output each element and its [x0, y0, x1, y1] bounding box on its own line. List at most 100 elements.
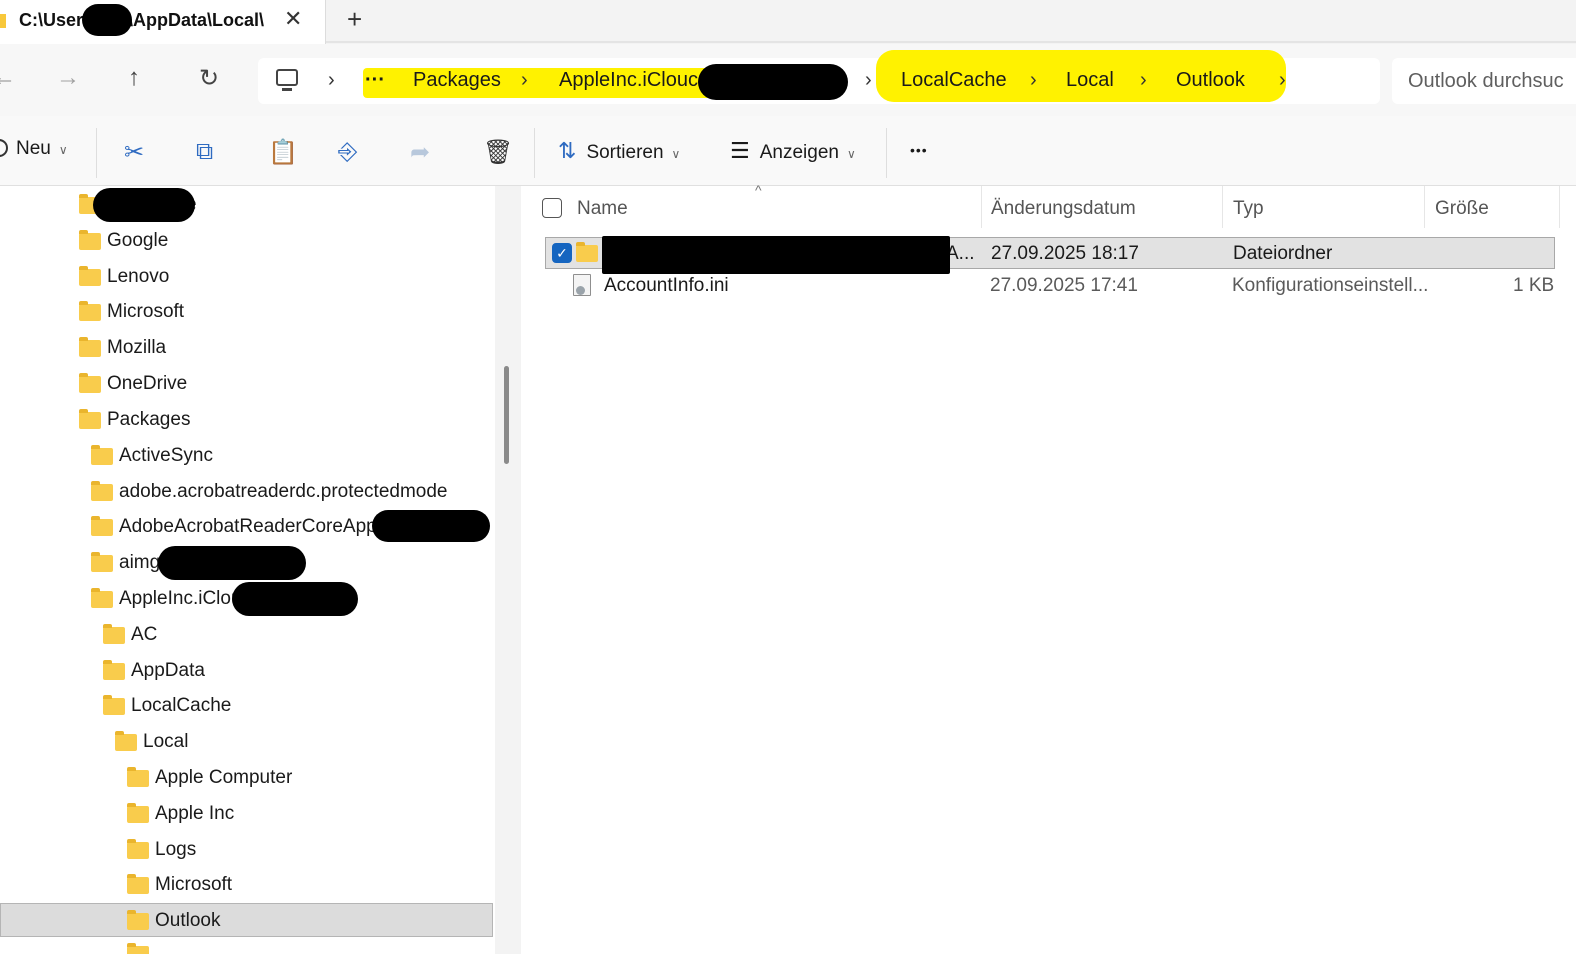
tree-item[interactable]: Packages	[0, 403, 493, 437]
column-divider[interactable]	[1559, 186, 1560, 228]
file-row[interactable]: AccountInfo.ini 27.09.2025 17:41 Konfigu…	[545, 270, 1555, 302]
column-divider[interactable]	[1222, 186, 1223, 228]
column-header-modified[interactable]: Änderungsdatum	[991, 198, 1136, 220]
copy-icon[interactable]: ⧉	[196, 138, 213, 166]
breadcrumb-overflow[interactable]: ···	[365, 69, 385, 92]
tree-item[interactable]: Local	[0, 725, 493, 759]
breadcrumb-separator[interactable]: ›	[521, 69, 528, 92]
folder-icon	[79, 230, 101, 250]
column-header-name[interactable]: Name	[577, 198, 628, 220]
column-header-size[interactable]: Größe	[1435, 198, 1489, 220]
new-tab-button[interactable]: +	[347, 4, 362, 35]
tree-item[interactable]: Apple Inc	[0, 797, 493, 831]
redaction-mark	[93, 188, 195, 222]
breadcrumb-localcache[interactable]: LocalCache	[901, 69, 1007, 92]
column-header-type[interactable]: Typ	[1233, 198, 1264, 220]
tab-appdata-local[interactable]: C:\User \AppData\Local\ ✕	[0, 0, 326, 44]
tree-item[interactable]: AppData	[0, 654, 493, 688]
folder-icon	[127, 943, 149, 954]
column-divider[interactable]	[981, 186, 982, 228]
tree-item[interactable]: Lenovo	[0, 260, 493, 294]
share-icon[interactable]: ➦	[410, 138, 430, 167]
file-name: AccountInfo.ini	[604, 275, 729, 296]
folder-icon	[91, 552, 113, 572]
folder-icon	[103, 660, 125, 680]
breadcrumb-separator[interactable]: ›	[328, 69, 335, 92]
view-button[interactable]: ☰ Anzeigen ∨	[730, 138, 856, 164]
breadcrumb-separator[interactable]: ›	[865, 69, 872, 92]
cut-icon[interactable]: ✂	[124, 138, 144, 167]
breadcrumb-separator[interactable]: ›	[1140, 69, 1147, 92]
pane-splitter[interactable]	[495, 186, 521, 954]
paste-icon[interactable]: 📋	[268, 138, 298, 167]
chevron-down-icon: ∨	[58, 143, 68, 157]
folder-icon	[91, 588, 113, 608]
sidebar-scrollbar[interactable]	[504, 366, 509, 464]
search-placeholder: Outlook durchsuc	[1408, 70, 1564, 92]
divider	[534, 128, 535, 178]
folder-icon	[103, 695, 125, 715]
folder-icon	[79, 301, 101, 321]
command-bar: Neu ∨ ✂ ⧉ 📋 ⎆ ➦ 🗑 ⇅ Sortieren ∨ ☰ Anzeigen ∨ …	[0, 116, 1576, 186]
tree-item[interactable]: LocalCache	[0, 689, 493, 723]
folder-icon	[79, 409, 101, 429]
folder-icon	[91, 481, 113, 501]
folder-icon	[91, 516, 113, 536]
tree-item[interactable]: OneDrive	[0, 367, 493, 401]
tree-item[interactable]: ActiveSync	[0, 439, 493, 473]
file-row-selected[interactable]: ✓ A... 27.09.2025 18:17 Dateiordner	[545, 236, 1555, 274]
breadcrumb-separator[interactable]: ›	[1030, 69, 1037, 92]
ini-file-icon	[573, 274, 591, 296]
new-button[interactable]: Neu ∨	[0, 138, 68, 160]
file-type: Dateiordner	[1233, 243, 1333, 264]
chevron-down-icon: ∨	[846, 147, 856, 161]
navigation-pane: e Google Lenovo Microsoft Mozilla OneDri…	[0, 186, 495, 954]
tree-item[interactable]: Microsoft	[0, 868, 493, 902]
tree-item[interactable]: adobe.acrobatreaderdc.protectedmode	[0, 475, 493, 509]
folder-icon	[79, 266, 101, 286]
this-pc-icon[interactable]	[276, 69, 298, 91]
tree-item[interactable]: Logs	[0, 833, 493, 867]
redaction-mark	[158, 546, 306, 580]
rename-icon[interactable]: ⎆	[338, 138, 357, 166]
view-icon: ☰	[730, 138, 750, 163]
tree-item-selected[interactable]: Outlook	[0, 903, 493, 937]
breadcrumb-local[interactable]: Local	[1066, 69, 1114, 92]
tree-item[interactable]: AC	[0, 618, 493, 652]
tree-item[interactable]: aimg	[0, 546, 493, 580]
breadcrumb-appleinc-icloud[interactable]: AppleInc.iClouc	[559, 69, 698, 92]
folder-icon	[79, 373, 101, 393]
tree-item[interactable]: AppleInc.iClou	[0, 582, 493, 616]
redaction-mark	[82, 4, 132, 36]
search-box[interactable]: Outlook durchsuc	[1392, 58, 1576, 104]
divider	[886, 128, 887, 178]
sort-button[interactable]: ⇅ Sortieren ∨	[558, 138, 680, 164]
more-options-button[interactable]: •••	[910, 142, 928, 158]
up-button[interactable]: ↑	[128, 64, 140, 92]
back-button[interactable]: ←	[0, 64, 16, 92]
row-checkbox-checked[interactable]: ✓	[552, 243, 572, 263]
tab-strip: C:\User \AppData\Local\ ✕ +	[0, 0, 1576, 44]
redaction-mark	[602, 236, 950, 274]
tab-title: C:\User \AppData\Local\	[19, 10, 265, 30]
folder-icon	[576, 242, 598, 262]
view-label: Anzeigen	[759, 142, 839, 163]
folder-icon	[115, 731, 137, 751]
tree-item[interactable]: Google	[0, 224, 493, 258]
breadcrumb-packages[interactable]: Packages	[413, 69, 501, 92]
refresh-button[interactable]: ↻	[199, 64, 219, 93]
column-divider[interactable]	[1424, 186, 1425, 228]
breadcrumb-separator[interactable]: ›	[1279, 69, 1286, 92]
address-bar[interactable]: › ··· Packages › AppleInc.iClouc › Local…	[258, 50, 1380, 104]
close-tab-icon[interactable]: ✕	[284, 6, 302, 32]
tree-item[interactable]: Mozilla	[0, 331, 493, 365]
tree-item[interactable]: e	[0, 188, 493, 222]
redaction-mark	[372, 510, 490, 542]
forward-button[interactable]: →	[56, 64, 80, 92]
tree-item[interactable]: Microsoft	[0, 295, 493, 329]
breadcrumb-outlook[interactable]: Outlook	[1176, 69, 1245, 92]
tree-item[interactable]: Apple Computer	[0, 761, 493, 795]
delete-icon[interactable]: 🗑	[483, 138, 513, 167]
tree-item[interactable]: AdobeAcrobatReaderCoreApp_p	[0, 510, 493, 544]
select-all-checkbox[interactable]	[542, 198, 562, 218]
